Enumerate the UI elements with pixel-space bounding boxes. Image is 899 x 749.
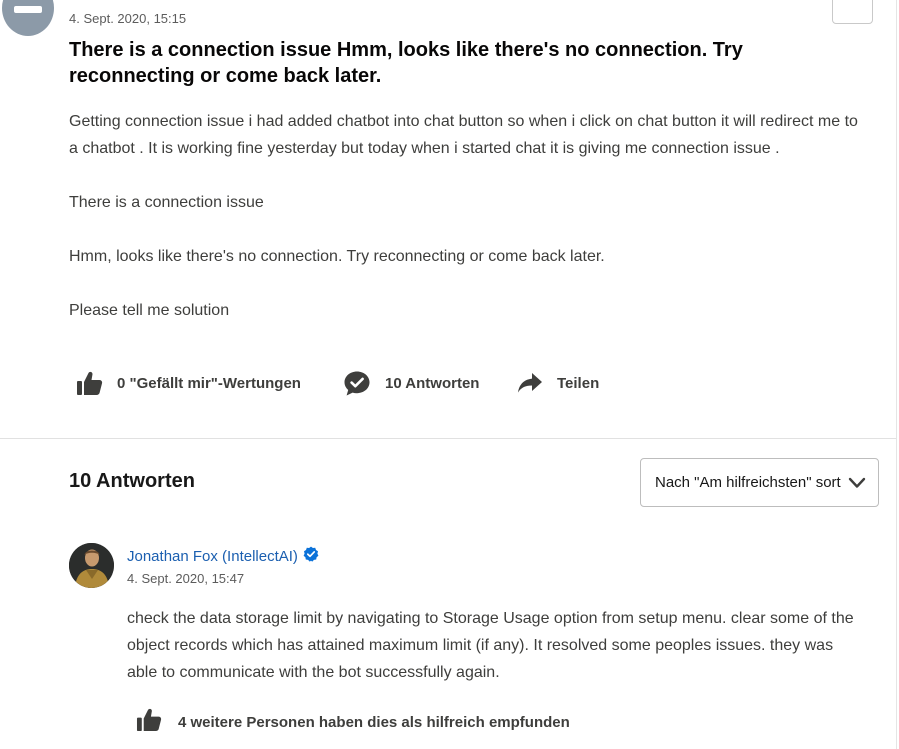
question-paragraph: Getting connection issue i had added cha… bbox=[69, 113, 858, 157]
question-paragraph: Please tell me solution bbox=[69, 302, 230, 319]
question-body: Getting connection issue i had added cha… bbox=[69, 108, 859, 351]
answers-heading: 10 Antworten bbox=[69, 470, 195, 492]
share-label: Teilen bbox=[557, 374, 600, 392]
helpful-count-label: 4 weitere Personen haben dies als hilfre… bbox=[178, 713, 570, 731]
section-divider bbox=[0, 438, 896, 439]
thumbs-up-icon bbox=[76, 370, 103, 396]
helpful-button[interactable]: 4 weitere Personen haben dies als hilfre… bbox=[136, 707, 570, 737]
sort-dropdown[interactable]: Nach "Am hilfreichsten" sortieren bbox=[640, 458, 879, 507]
verified-badge-icon bbox=[303, 546, 319, 566]
question-menu-button[interactable] bbox=[832, 0, 873, 24]
like-button[interactable]: 0 "Gefällt mir"-Wertungen bbox=[76, 368, 301, 398]
share-button[interactable]: Teilen bbox=[517, 368, 599, 398]
question-title: There is a connection issue Hmm, looks l… bbox=[69, 39, 743, 87]
share-arrow-icon bbox=[517, 372, 543, 394]
sort-selected-value: Nach "Am hilfreichsten" sortieren bbox=[655, 474, 841, 491]
like-count-label: 0 "Gefällt mir"-Wertungen bbox=[117, 374, 301, 392]
question-paragraph: Hmm, looks like there's no connection. T… bbox=[69, 248, 605, 265]
reply-author-avatar[interactable] bbox=[69, 543, 114, 588]
reply-date: 4. Sept. 2020, 15:47 bbox=[127, 571, 245, 586]
chevron-down-icon bbox=[848, 476, 866, 494]
question-paragraph: There is a connection issue bbox=[69, 194, 264, 211]
chat-check-icon bbox=[343, 370, 371, 397]
reply-author-name: Jonathan Fox (IntellectAI) bbox=[127, 547, 298, 565]
answers-count-label: 10 Antworten bbox=[385, 374, 480, 392]
reply-body: check the data storage limit by navigati… bbox=[127, 610, 854, 681]
reply-author-link[interactable]: Jonathan Fox (IntellectAI) bbox=[127, 546, 319, 566]
thumbs-up-icon bbox=[136, 707, 162, 737]
page-edge-rule bbox=[896, 0, 897, 749]
question-author-avatar[interactable] bbox=[2, 0, 54, 36]
answers-button[interactable]: 10 Antworten bbox=[343, 368, 479, 398]
question-date: 4. Sept. 2020, 15:15 bbox=[69, 11, 187, 26]
